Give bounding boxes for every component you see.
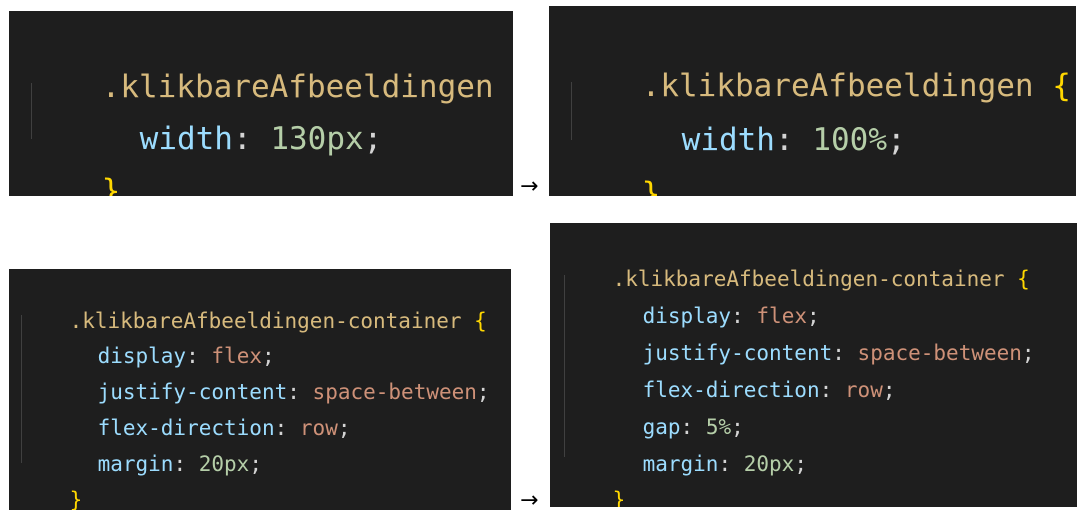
semicolon: ; [794, 452, 807, 476]
colon: : [173, 452, 187, 476]
closing-line: } [567, 140, 661, 196]
css-value: 20px [198, 452, 250, 476]
css-value: row [299, 416, 338, 440]
arrow-right-icon: → [520, 174, 539, 199]
arrow-right-icon: → [520, 488, 539, 513]
closing-line: } [19, 464, 83, 510]
code-panel-bottom-left: .klikbareAfbeeldingen-container { displa… [9, 269, 511, 510]
close-brace: } [641, 176, 661, 196]
open-brace: { [474, 309, 487, 333]
semicolon: ; [337, 416, 351, 440]
css-value: 20px [743, 452, 795, 476]
close-brace: } [612, 488, 626, 507]
closing-line: } [562, 464, 626, 507]
css-value: row [844, 378, 883, 402]
close-brace: } [69, 488, 83, 510]
indent-guide [571, 82, 572, 140]
code-panel-bottom-right: .klikbareAfbeeldingen-container { displa… [550, 223, 1077, 507]
indent-guide [564, 275, 565, 457]
semicolon: ; [249, 452, 262, 476]
code-panel-top-left: .klikbareAfbeeldingen { width: 130px; } [9, 11, 513, 196]
open-brace: { [1017, 267, 1030, 291]
semicolon: ; [1021, 341, 1035, 365]
css-property: margin [97, 452, 174, 476]
closing-line: } [27, 137, 121, 196]
css-property: margin [642, 452, 719, 476]
css-value: 100% [812, 122, 887, 158]
open-brace: { [512, 69, 513, 105]
semicolon: ; [882, 378, 896, 402]
semicolon: ; [886, 122, 906, 158]
colon: : [232, 121, 252, 157]
colon: : [274, 416, 288, 440]
semicolon: ; [476, 380, 490, 404]
colon: : [718, 452, 732, 476]
open-brace: { [1052, 68, 1071, 104]
indent-guide [21, 315, 22, 463]
close-brace: } [101, 173, 121, 196]
code-panel-top-right: .klikbareAfbeeldingen { width: 100%; } [549, 6, 1076, 196]
css-property: width [681, 122, 775, 158]
css-value: 130px [270, 121, 364, 157]
colon: : [774, 122, 794, 158]
semicolon: ; [363, 121, 383, 157]
css-property: width [139, 121, 233, 157]
colon: : [819, 378, 833, 402]
indent-guide [31, 83, 32, 139]
